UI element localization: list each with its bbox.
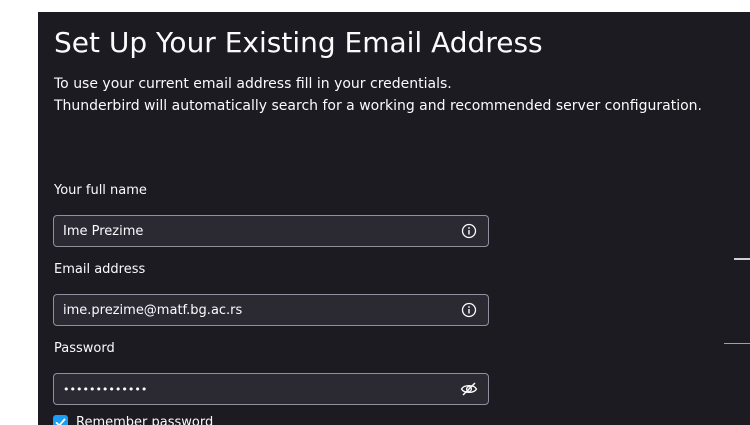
email-value[interactable]: ime.prezime@matf.bg.ac.rs — [54, 303, 460, 318]
remember-password-label[interactable]: Remember password — [76, 415, 213, 425]
full-name-label: Your full name — [54, 183, 147, 198]
password-field[interactable]: ••••••••••••• — [53, 373, 489, 405]
remember-password-row[interactable]: Remember password — [53, 415, 213, 425]
info-icon[interactable] — [460, 301, 478, 319]
app-window: Set Up Your Existing Email Address To us… — [0, 0, 750, 425]
email-field[interactable]: ime.prezime@matf.bg.ac.rs — [53, 294, 489, 326]
description-line-2: Thunderbird will automatically search fo… — [54, 98, 702, 114]
password-value[interactable]: ••••••••••••• — [54, 383, 460, 396]
decorative-line — [734, 258, 750, 260]
full-name-field[interactable]: Ime Prezime — [53, 215, 489, 247]
decorative-line — [724, 343, 750, 344]
eye-hidden-icon[interactable] — [460, 380, 478, 398]
account-setup-dialog: Set Up Your Existing Email Address To us… — [38, 12, 750, 425]
checkmark-icon — [55, 418, 66, 425]
description-line-1: To use your current email address fill i… — [54, 76, 452, 92]
remember-password-checkbox[interactable] — [53, 415, 68, 425]
password-label: Password — [54, 341, 115, 356]
info-icon[interactable] — [460, 222, 478, 240]
page-title: Set Up Your Existing Email Address — [54, 26, 543, 59]
email-label: Email address — [54, 262, 146, 277]
full-name-value[interactable]: Ime Prezime — [54, 224, 460, 239]
